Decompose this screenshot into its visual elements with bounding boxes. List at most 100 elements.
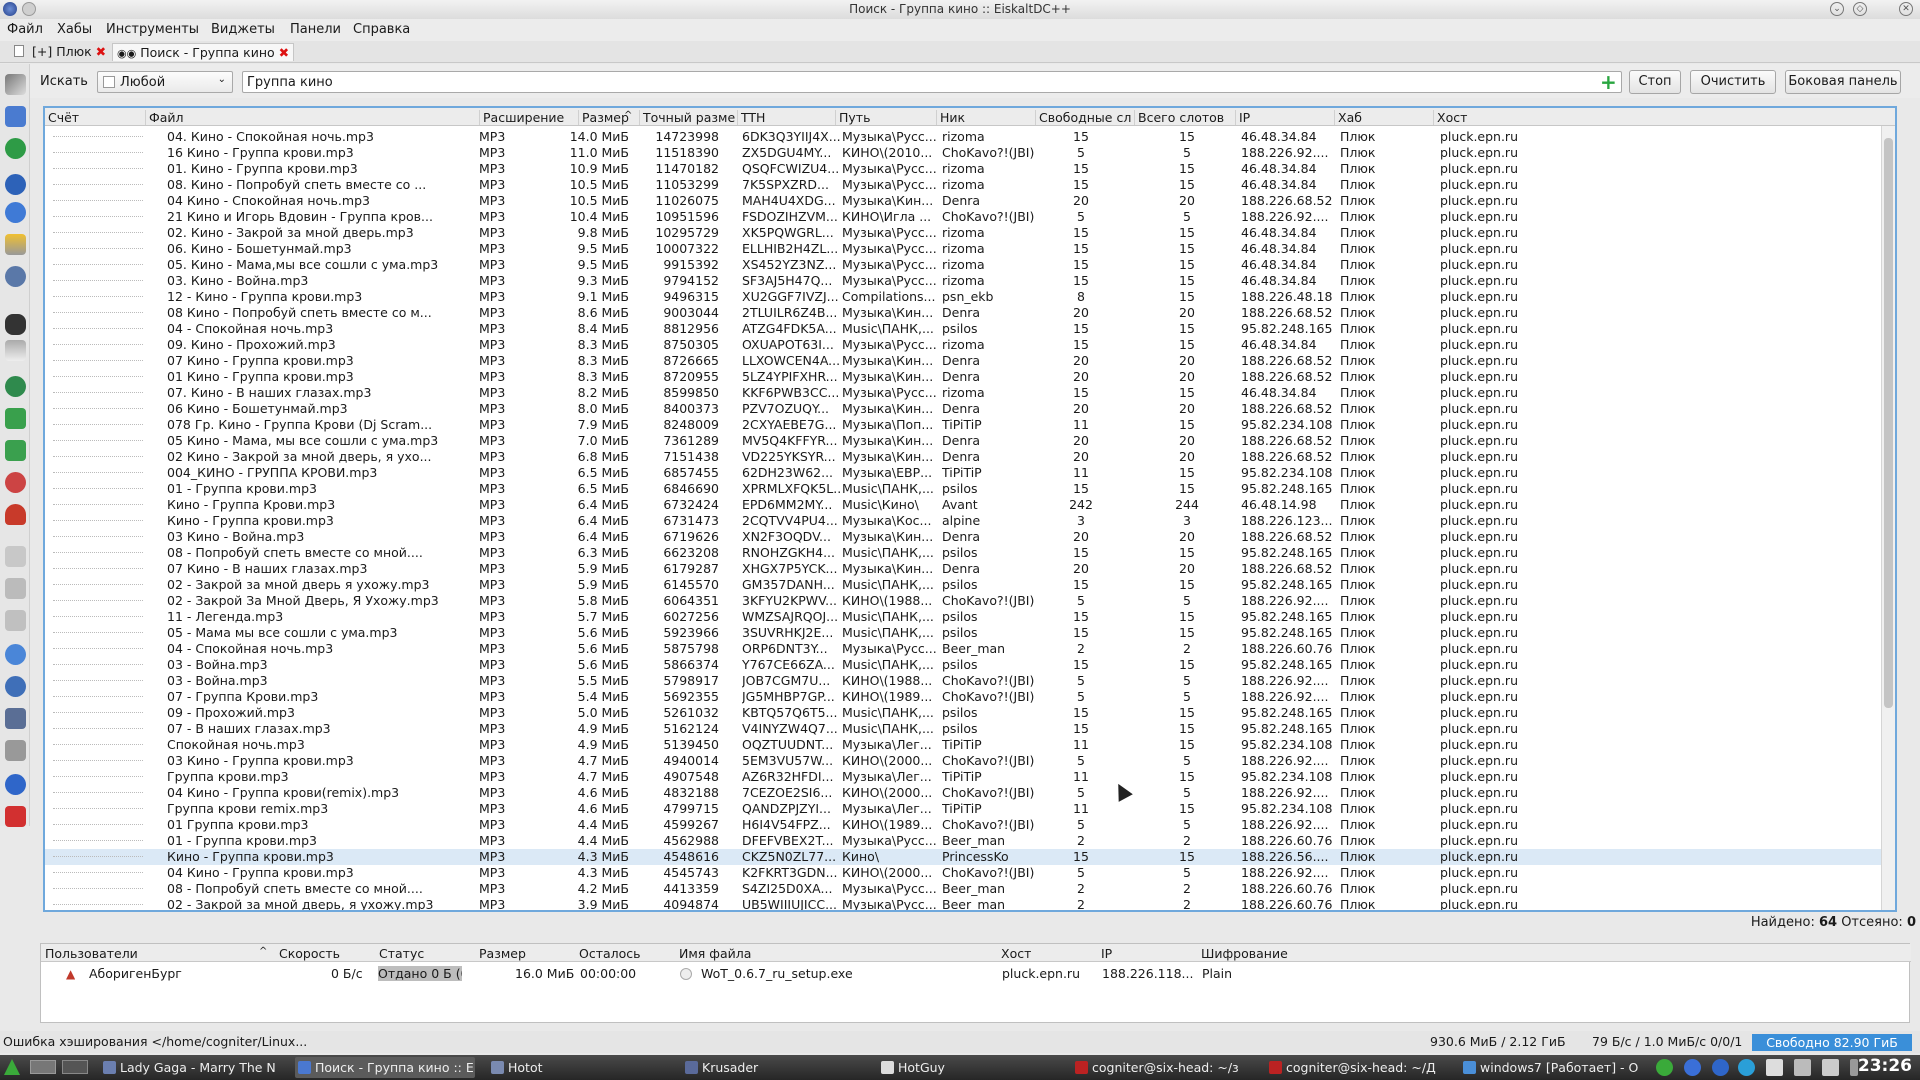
result-row[interactable]: ♪05 Кино - Мама, мы все сошли с ума.mp3M… — [45, 433, 1895, 449]
clear-button[interactable]: Очистить — [1690, 70, 1776, 94]
result-row[interactable]: ♪078 Гр. Кино - Группа Крови (Dj Scram..… — [45, 417, 1895, 433]
scrollbar-thumb[interactable] — [1884, 138, 1893, 708]
result-row[interactable]: ♪Спокойная ночь.mp3MP34.9 МиБ5139450OQZT… — [45, 737, 1895, 753]
tray-network-icon[interactable] — [1656, 1059, 1673, 1076]
result-row[interactable]: ♪01 - Группа крови.mp3MP36.5 МиБ6846690X… — [45, 481, 1895, 497]
result-row[interactable]: ♪08 - Попробуй спеть вместе со мной....M… — [45, 881, 1895, 897]
result-row[interactable]: ♪03 Кино - Группа крови.mp3MP34.7 МиБ494… — [45, 753, 1895, 769]
tools-icon[interactable] — [5, 74, 26, 95]
task-hotot[interactable]: Hotot — [488, 1057, 668, 1078]
result-row[interactable]: ♪06. Кино - Бошетунмай.mp3MP39.5 МиБ1000… — [45, 241, 1895, 257]
search-type-select[interactable]: Любой ⌄ — [97, 71, 233, 93]
start-menu-icon[interactable] — [4, 1059, 20, 1075]
col-exact-size[interactable]: Точный размер — [639, 110, 736, 125]
tcol-size[interactable]: Размер — [479, 946, 526, 961]
task-terminal-1[interactable]: cogniter@six-head: ~/з — [1072, 1057, 1252, 1078]
result-row[interactable]: ♪02 - Закрой За Мной Дверь, Я Ухожу.mp3M… — [45, 593, 1895, 609]
result-row[interactable]: ♪03 - Война.mp3MP35.6 МиБ5866374Y767CE66… — [45, 657, 1895, 673]
stop-button[interactable]: Стоп — [1629, 70, 1681, 94]
maximize-icon[interactable]: ◇ — [1853, 2, 1867, 16]
tcol-users[interactable]: Пользователи — [45, 946, 138, 961]
tab-close-icon[interactable]: ✖ — [96, 44, 106, 59]
tcol-encryption[interactable]: Шифрование — [1201, 946, 1288, 961]
col-ip[interactable]: IP — [1235, 110, 1334, 125]
task-eiskalt-search[interactable]: Поиск - Группа кино :: E — [295, 1057, 475, 1078]
menu-tools[interactable]: Инструменты — [106, 22, 199, 37]
result-row[interactable]: ♪04 Кино - Группа крови(remix).mp3MP34.6… — [45, 785, 1895, 801]
favorite-users-icon[interactable] — [5, 234, 26, 255]
result-row[interactable]: ♪04 - Спокойная ночь.mp3MP35.6 МиБ587579… — [45, 641, 1895, 657]
tcol-speed[interactable]: Скорость — [279, 946, 340, 961]
result-row[interactable]: ♪07 Кино - В наших глазах.mp3MP35.9 МиБ6… — [45, 561, 1895, 577]
tcol-status[interactable]: Статус — [379, 946, 424, 961]
users-icon[interactable] — [5, 266, 26, 287]
result-row[interactable]: ♪04 Кино - Группа крови.mp3MP34.3 МиБ454… — [45, 865, 1895, 881]
app-icon[interactable] — [3, 2, 17, 16]
result-row[interactable]: ♪04 Кино - Спокойная ночь.mp3MP310.5 МиБ… — [45, 193, 1895, 209]
result-row[interactable]: ♪07 - В наших глазах.mp3MP34.9 МиБ516212… — [45, 721, 1895, 737]
menu-widgets[interactable]: Виджеты — [211, 22, 275, 37]
tray-browser-icon[interactable] — [1712, 1059, 1729, 1076]
result-row[interactable]: ♪04 - Спокойная ночь.mp3MP38.4 МиБ881295… — [45, 321, 1895, 337]
desktop2-icon[interactable] — [62, 1060, 88, 1074]
tray-expand-icon[interactable] — [1850, 1059, 1858, 1076]
result-row[interactable]: ♪11 - Легенда.mp3MP35.7 МиБ6027256WMZSAJ… — [45, 609, 1895, 625]
col-total-slots[interactable]: Всего слотов — [1134, 110, 1235, 125]
result-row[interactable]: ♪01 - Группа крови.mp3MP34.4 МиБ4562988D… — [45, 833, 1895, 849]
search-input[interactable]: Группа кино — [242, 71, 1622, 93]
task-hotguy[interactable]: HotGuy — [878, 1057, 1058, 1078]
result-row[interactable]: ♪16 Кино - Группа крови.mp3MP311.0 МиБ11… — [45, 145, 1895, 161]
quit-icon[interactable] — [5, 806, 26, 827]
adl-search-icon[interactable] — [5, 376, 26, 397]
result-row[interactable]: ♪07 Кино - Группа крови.mp3MP38.3 МиБ872… — [45, 353, 1895, 369]
result-row[interactable]: ♪02 - Закрой за мной дверь я ухожу.mp3MP… — [45, 577, 1895, 593]
col-hub[interactable]: Хаб — [1334, 110, 1433, 125]
search-spy-icon[interactable] — [5, 644, 26, 665]
tab-search[interactable]: ◉◉ Поиск - Группа кино ✖ — [112, 43, 295, 61]
tcol-remaining[interactable]: Осталось — [579, 946, 641, 961]
task-krusader[interactable]: Krusader — [682, 1057, 862, 1078]
task-terminal-2[interactable]: cogniter@six-head: ~/Д — [1266, 1057, 1446, 1078]
result-row[interactable]: ♪08. Кино - Попробуй спеть вместе со ...… — [45, 177, 1895, 193]
menu-help[interactable]: Справка — [353, 22, 410, 37]
filelist-icon[interactable] — [5, 578, 26, 599]
menu-panels[interactable]: Панели — [290, 22, 341, 37]
result-row[interactable]: ♪12 - Кино - Группа крови.mp3MP39.1 МиБ9… — [45, 289, 1895, 305]
tray-volume-icon[interactable] — [1822, 1059, 1839, 1076]
transfer-row[interactable]: ▲ АборигенБург 0 Б/с Отдано 0 Б (0.0 16.… — [41, 966, 1911, 984]
col-path[interactable]: Путь — [835, 110, 936, 125]
tcol-filename[interactable]: Имя файла — [679, 946, 751, 961]
result-row[interactable]: ♪004_КИНО - ГРУППА КРОВИ.mp3MP36.5 МиБ68… — [45, 465, 1895, 481]
hub-connect-icon[interactable] — [5, 106, 26, 127]
tab-hub-pluck[interactable]: [+] Плюк ✖ — [28, 43, 110, 61]
col-file[interactable]: Файл — [145, 110, 479, 125]
zoom-icon[interactable] — [5, 676, 26, 697]
close-icon[interactable]: ✕ — [1899, 2, 1913, 16]
result-row[interactable]: ♪09 - Прохожий.mp3MP35.0 МиБ5261032KBTQ5… — [45, 705, 1895, 721]
task-lady-gaga[interactable]: Lady Gaga - Marry The N — [100, 1057, 280, 1078]
col-free-slots[interactable]: Свободные сл — [1035, 110, 1134, 125]
tab-close-icon[interactable]: ✖ — [279, 45, 289, 60]
result-row[interactable]: ♪02 Кино - Закрой за мной дверь, я ухо..… — [45, 449, 1895, 465]
tray-book-icon[interactable] — [1766, 1059, 1783, 1076]
result-row[interactable]: ♪07. Кино - В наших глазах.mp3MP38.2 МиБ… — [45, 385, 1895, 401]
task-virtualbox[interactable]: windows7 [Работает] - O — [1460, 1057, 1640, 1078]
result-row[interactable]: ♪Кино - Группа Крови.mp3MP36.4 МиБ673242… — [45, 497, 1895, 513]
disabled-tools-icon[interactable] — [5, 610, 26, 631]
globe-favorites-icon[interactable] — [5, 202, 26, 223]
globe-icon[interactable] — [5, 174, 26, 195]
search-binoculars-icon[interactable] — [5, 314, 26, 335]
menu-file[interactable]: Файл — [7, 22, 43, 37]
tray-skype-icon[interactable] — [1738, 1059, 1755, 1076]
upload-icon[interactable] — [5, 472, 26, 493]
spy-icon[interactable] — [5, 504, 26, 525]
minimize-icon[interactable]: ⌄ — [1830, 2, 1844, 16]
result-row[interactable]: ♪06 Кино - Бошетунмай.mp3MP38.0 МиБ84003… — [45, 401, 1895, 417]
tab-bar-menu-icon[interactable] — [14, 45, 24, 57]
col-count[interactable]: Счёт — [45, 110, 145, 125]
shield-icon[interactable] — [5, 708, 26, 729]
result-row[interactable]: ♪Группа крови remix.mp3MP34.6 МиБ4799715… — [45, 801, 1895, 817]
result-row[interactable]: ♪04. Кино - Спокойная ночь.mp3MP314.0 Ми… — [45, 129, 1895, 145]
result-row[interactable]: ♪01 Кино - Группа крови.mp3MP38.3 МиБ872… — [45, 369, 1895, 385]
add-search-icon[interactable]: + — [1600, 72, 1617, 92]
